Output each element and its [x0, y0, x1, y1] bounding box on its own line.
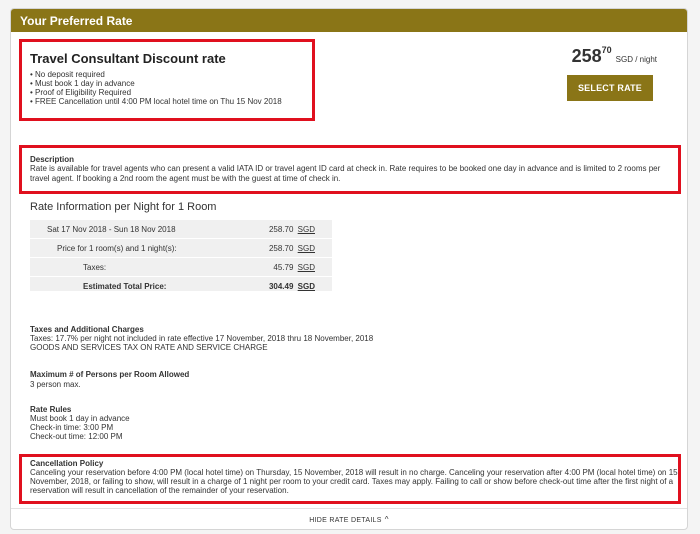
hide-rate-details-link[interactable]: HIDE RATE DETAILS ^: [11, 515, 687, 524]
taxes-heading: Taxes and Additional Charges: [30, 325, 144, 334]
rate-bullet: Must book 1 day in advance: [30, 79, 282, 88]
rate-row: Price for 1 room(s) and 1 night(s): 258.…: [30, 239, 332, 258]
rate-price: 25870SGD / night: [571, 45, 657, 67]
rate-row-value: 258.70 SGD: [269, 244, 315, 253]
rate-bullet: FREE Cancellation until 4:00 PM local ho…: [30, 97, 282, 106]
select-rate-button[interactable]: SELECT RATE: [567, 75, 653, 101]
taxes-line: GOODS AND SERVICES TAX ON RATE AND SERVI…: [30, 343, 268, 352]
persons-heading: Maximum # of Persons per Room Allowed: [30, 370, 190, 379]
rate-row-value: 258.70 SGD: [269, 225, 315, 234]
rate-bullets: No deposit required Must book 1 day in a…: [30, 70, 282, 106]
currency-link[interactable]: SGD: [298, 225, 315, 234]
rules-line: Check-in time: 3:00 PM: [30, 423, 114, 432]
chevron-up-icon: ^: [384, 515, 389, 524]
rate-row-amount: 258.70: [268, 224, 294, 234]
rate-bullet: Proof of Eligibility Required: [30, 88, 282, 97]
description-text: Rate is available for travel agents who …: [30, 164, 661, 183]
price-whole: 258: [571, 46, 602, 66]
rate-row-label: Taxes:: [83, 262, 107, 272]
cancellation-heading: Cancellation Policy: [30, 459, 104, 468]
rate-row-value: 45.79 SGD: [273, 263, 315, 272]
price-cents: 70: [601, 45, 612, 55]
card-header: Your Preferred Rate: [11, 9, 687, 32]
rate-info-title: Rate Information per Night for 1 Room: [30, 201, 217, 213]
rate-row-value: 304.49 SGD: [269, 282, 315, 291]
currency-link[interactable]: SGD: [298, 282, 315, 291]
taxes-line: Taxes: 17.7% per night not included in r…: [30, 334, 374, 343]
rules-heading: Rate Rules: [30, 405, 72, 414]
rate-row-label: Sat 17 Nov 2018 - Sun 18 Nov 2018: [47, 224, 176, 234]
rate-info-table: Sat 17 Nov 2018 - Sun 18 Nov 2018 258.70…: [30, 220, 332, 291]
preferred-rate-card: Your Preferred Rate Travel Consultant Di…: [10, 8, 688, 530]
rules-line: Check-out time: 12:00 PM: [30, 432, 123, 441]
rate-name: Travel Consultant Discount rate: [30, 51, 226, 66]
hide-rate-details-label: HIDE RATE DETAILS: [309, 517, 382, 524]
rate-row: Taxes: 45.79 SGD: [30, 258, 332, 277]
footer-divider: [11, 508, 687, 509]
description-heading: Description: [30, 155, 75, 164]
rate-row-label: Estimated Total Price:: [83, 282, 167, 291]
rate-row-amount: 304.49: [268, 282, 294, 291]
rate-bullet: No deposit required: [30, 70, 282, 79]
rules-line: Must book 1 day in advance: [30, 414, 130, 423]
rate-row-total: Estimated Total Price: 304.49 SGD: [30, 277, 332, 296]
rate-row-amount: 45.79: [273, 262, 294, 272]
cancellation-text: Canceling your reservation before 4:00 P…: [30, 468, 678, 495]
currency-link[interactable]: SGD: [298, 244, 315, 253]
rate-row: Sat 17 Nov 2018 - Sun 18 Nov 2018 258.70…: [30, 220, 332, 239]
rate-row-amount: 258.70: [268, 243, 294, 253]
persons-text: 3 person max.: [30, 380, 81, 389]
rate-row-label: Price for 1 room(s) and 1 night(s):: [57, 243, 177, 253]
price-unit: SGD / night: [615, 55, 657, 64]
currency-link[interactable]: SGD: [298, 263, 315, 272]
